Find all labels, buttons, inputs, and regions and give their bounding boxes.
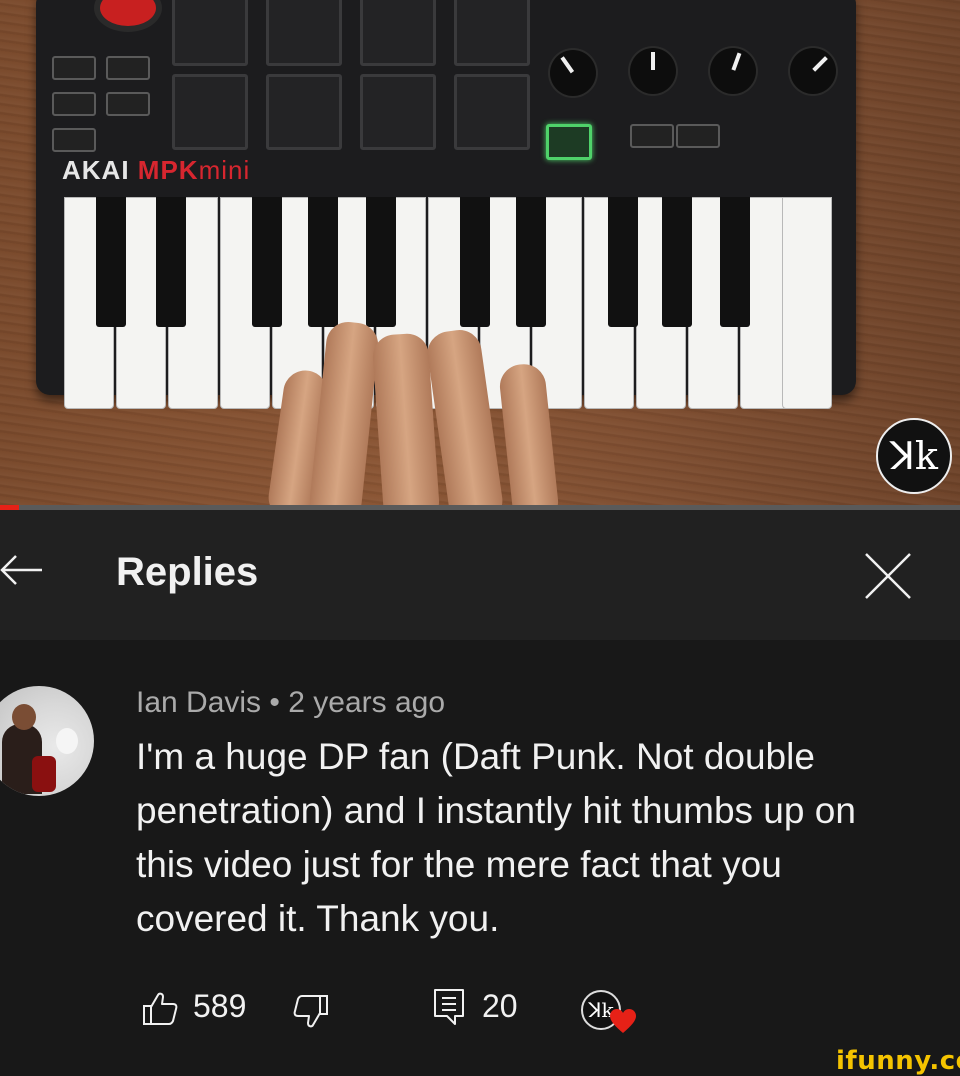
comment-line: covered it. Thank you. — [136, 898, 500, 939]
knob — [710, 48, 756, 94]
comment-line: this video just for the mere fact that y… — [136, 844, 782, 885]
brand-akai: AKAI — [62, 155, 130, 185]
comment-line: penetration) and I instantly hit thumbs … — [136, 790, 856, 831]
white-key — [782, 197, 832, 409]
thumbs-down-icon[interactable] — [293, 994, 329, 1030]
author-name[interactable]: Ian Davis — [136, 686, 261, 719]
reply-count[interactable]: 20 — [482, 988, 518, 1025]
control-button — [676, 124, 720, 148]
avatar-head — [12, 704, 36, 730]
hand-image — [265, 300, 578, 505]
pad — [172, 74, 248, 150]
knob — [630, 48, 676, 94]
reply-comment-icon[interactable] — [433, 988, 465, 1026]
control-button — [52, 128, 96, 152]
green-lit-button — [546, 124, 592, 160]
page-title: Replies — [116, 550, 259, 594]
control-button — [52, 56, 96, 80]
channel-watermark-logo: ꓘk — [876, 418, 952, 494]
black-key — [96, 197, 126, 327]
thumbs-up-icon[interactable] — [142, 990, 178, 1026]
pad — [266, 74, 342, 150]
pad — [454, 74, 530, 150]
pad — [360, 0, 436, 66]
brand-logo: AKAI MPKmini — [62, 155, 250, 186]
black-key — [662, 197, 692, 327]
red-joystick — [100, 0, 156, 26]
control-button — [630, 124, 674, 148]
brand-mini: mini — [198, 155, 251, 185]
control-button — [106, 56, 150, 80]
heart-icon — [610, 1009, 636, 1033]
comment-time: 2 years ago — [288, 686, 446, 719]
comment-body: I'm a huge DP fan (Daft Punk. Not double… — [136, 730, 916, 946]
comment-line: I'm a huge DP fan (Daft Punk. Not double — [136, 736, 815, 777]
black-key — [156, 197, 186, 327]
finger — [307, 319, 381, 505]
channel-logo-text: ꓘk — [890, 434, 938, 478]
control-button — [52, 92, 96, 116]
finger — [497, 362, 561, 505]
knob — [550, 50, 596, 96]
knob — [790, 48, 836, 94]
pad — [266, 0, 342, 66]
meta-separator: • — [269, 686, 280, 719]
control-button — [106, 92, 150, 116]
pad — [172, 0, 248, 66]
avatar-red-object — [32, 756, 56, 792]
like-count: 589 — [193, 988, 247, 1024]
close-icon[interactable] — [862, 550, 914, 602]
brand-mpk: MPK — [137, 155, 199, 185]
creator-heart-badge: ꓘk — [581, 990, 641, 1034]
black-key — [608, 197, 638, 327]
black-key — [720, 197, 750, 327]
comment-meta: Ian Davis • 2 years ago — [136, 686, 445, 720]
avatar-white-object — [56, 728, 78, 754]
pad — [360, 74, 436, 150]
pad — [454, 0, 530, 66]
arrow-left-icon[interactable] — [0, 548, 44, 592]
video-player[interactable]: AKAI MPKmini ꓘk — [0, 0, 960, 505]
